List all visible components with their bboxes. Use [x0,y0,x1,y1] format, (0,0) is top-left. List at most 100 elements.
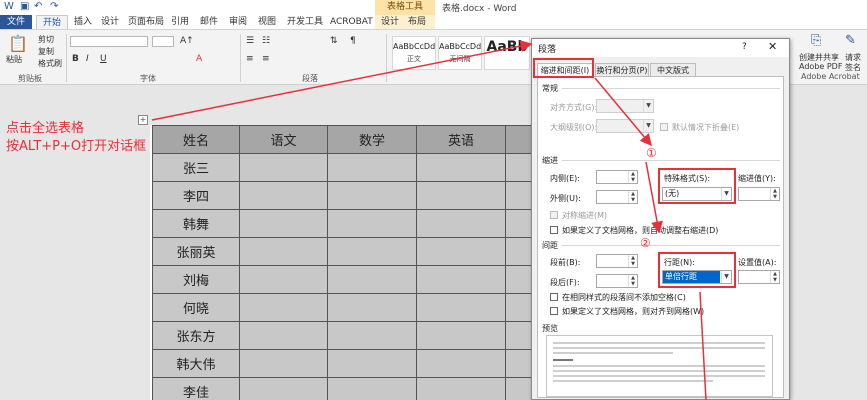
table-cell[interactable] [416,265,506,294]
table-cell[interactable] [239,349,328,378]
table-cell[interactable] [416,321,506,350]
adobe-pdf-label[interactable]: Adobe PDF [799,62,842,71]
help-button[interactable]: ? [742,42,747,52]
name-cell[interactable]: 李佳 [152,377,240,400]
show-marks-icon[interactable]: ¶ [350,36,356,46]
name-cell[interactable]: 张东方 [152,321,240,350]
auto-adjust-checkbox[interactable] [550,226,558,234]
header-cell[interactable]: 英语 [416,125,506,154]
tab-asian-typography[interactable]: 中文版式(H) [650,63,696,88]
tab-references[interactable]: 引用 [171,15,189,29]
save-icon[interactable]: ▣ [20,1,29,12]
spin-arrows-icon[interactable]: ▲ ▼ [628,275,637,287]
style-no-spacing[interactable]: AaBbCcDd 无间隔 [438,36,482,70]
inside-indent-spinner[interactable]: ▲ ▼ [596,170,638,184]
table-cell[interactable] [416,153,506,182]
undo-icon[interactable]: ↶ [34,1,42,12]
paste-button[interactable]: 粘贴 [6,54,22,65]
name-cell[interactable]: 李四 [152,181,240,210]
align-left-icon[interactable]: ≡ [246,54,254,64]
name-cell[interactable]: 何晓 [152,293,240,322]
tab-table-design[interactable]: 设计 [381,15,399,29]
table-cell[interactable] [239,209,328,238]
name-cell[interactable]: 韩舞 [152,209,240,238]
table-cell[interactable] [327,321,417,350]
table-cell[interactable] [416,293,506,322]
table-cell[interactable] [416,349,506,378]
outside-indent-spinner[interactable]: ▲ ▼ [596,190,638,204]
table-cell[interactable] [327,181,417,210]
underline-icon[interactable]: U [100,54,107,64]
font-name-combobox[interactable] [70,36,148,47]
paste-icon[interactable]: 📋 [8,34,28,53]
table-cell[interactable] [239,265,328,294]
italic-icon[interactable]: I [86,54,89,64]
space-before-spinner[interactable]: ▲ ▼ [596,254,638,268]
table-cell[interactable] [327,377,417,400]
tab-home[interactable]: 开始 [36,15,68,29]
redo-icon[interactable]: ↷ [50,1,58,12]
spin-arrows-icon[interactable]: ▲ ▼ [628,191,637,203]
font-color-icon[interactable]: A [196,54,202,64]
table-cell[interactable] [327,153,417,182]
name-cell[interactable]: 韩大伟 [152,349,240,378]
spin-arrows-icon[interactable]: ▲ ▼ [628,255,637,267]
table-cell[interactable] [239,237,328,266]
header-cell[interactable]: 语文 [239,125,328,154]
indent-value-spinner[interactable]: ▲ ▼ [738,187,780,201]
name-cell[interactable]: 张丽英 [152,237,240,266]
table-cell[interactable] [327,265,417,294]
tab-insert[interactable]: 插入 [74,15,92,29]
outline-level-combobox[interactable]: ▼ [596,119,654,133]
table-cell[interactable] [327,349,417,378]
mirror-indent-checkbox[interactable] [550,211,558,219]
table-cell[interactable] [239,321,328,350]
table-cell[interactable] [327,293,417,322]
table-cell[interactable] [416,181,506,210]
grow-font-icon[interactable]: A↑ [180,36,194,46]
format-painter-button[interactable]: 格式刷 [38,58,62,69]
name-cell[interactable]: 张三 [152,153,240,182]
table-cell[interactable] [239,377,328,400]
header-cell[interactable]: 姓名 [152,125,240,154]
table-cell[interactable] [416,237,506,266]
style-heading-1[interactable]: AaBb [484,36,530,70]
alignment-combobox[interactable]: ▼ [596,99,654,113]
sort-icon[interactable]: ⇅ [330,36,338,46]
bold-icon[interactable]: B [72,54,79,64]
tab-review[interactable]: 审阅 [229,15,247,29]
table-cell[interactable] [239,181,328,210]
spin-arrows-icon[interactable]: ▲ ▼ [628,171,637,183]
collapse-default-checkbox[interactable] [660,123,668,131]
tab-acrobat[interactable]: ACROBAT [330,15,373,29]
tab-developer[interactable]: 开发工具 [287,15,323,29]
spin-arrows-icon[interactable]: ▲ ▼ [770,188,779,200]
table-cell[interactable] [239,153,328,182]
table-cell[interactable] [416,209,506,238]
tab-view[interactable]: 视图 [258,15,276,29]
numbering-icon[interactable]: ☷ [262,36,270,46]
tab-mailings[interactable]: 邮件 [200,15,218,29]
adobe-pdf-icon[interactable]: ⎘ [811,33,821,48]
header-cell[interactable]: 数学 [327,125,417,154]
name-cell[interactable]: 刘梅 [152,265,240,294]
tab-design[interactable]: 设计 [101,15,119,29]
tab-line-page-breaks[interactable]: 换行和分页(P) [595,63,649,77]
table-move-handle[interactable]: + [138,115,148,125]
bullets-icon[interactable]: ☰ [246,36,254,46]
table-cell[interactable] [327,209,417,238]
no-space-same-style-checkbox[interactable] [550,293,558,301]
request-sign-icon[interactable]: ✎ [845,33,856,48]
tab-table-layout[interactable]: 布局 [408,15,426,29]
spin-arrows-icon[interactable]: ▲ ▼ [770,271,779,283]
space-after-spinner[interactable]: ▲ ▼ [596,274,638,288]
table-cell[interactable] [239,293,328,322]
font-size-combobox[interactable] [152,36,174,47]
close-icon[interactable]: ✕ [768,40,777,53]
snap-to-grid-checkbox[interactable] [550,307,558,315]
table-cell[interactable] [416,377,506,400]
tab-file[interactable]: 文件 [0,15,32,29]
tab-page-layout[interactable]: 页面布局 [128,15,164,29]
cut-button[interactable]: 剪切 [38,34,54,45]
align-center-icon[interactable]: ≡ [262,54,270,64]
